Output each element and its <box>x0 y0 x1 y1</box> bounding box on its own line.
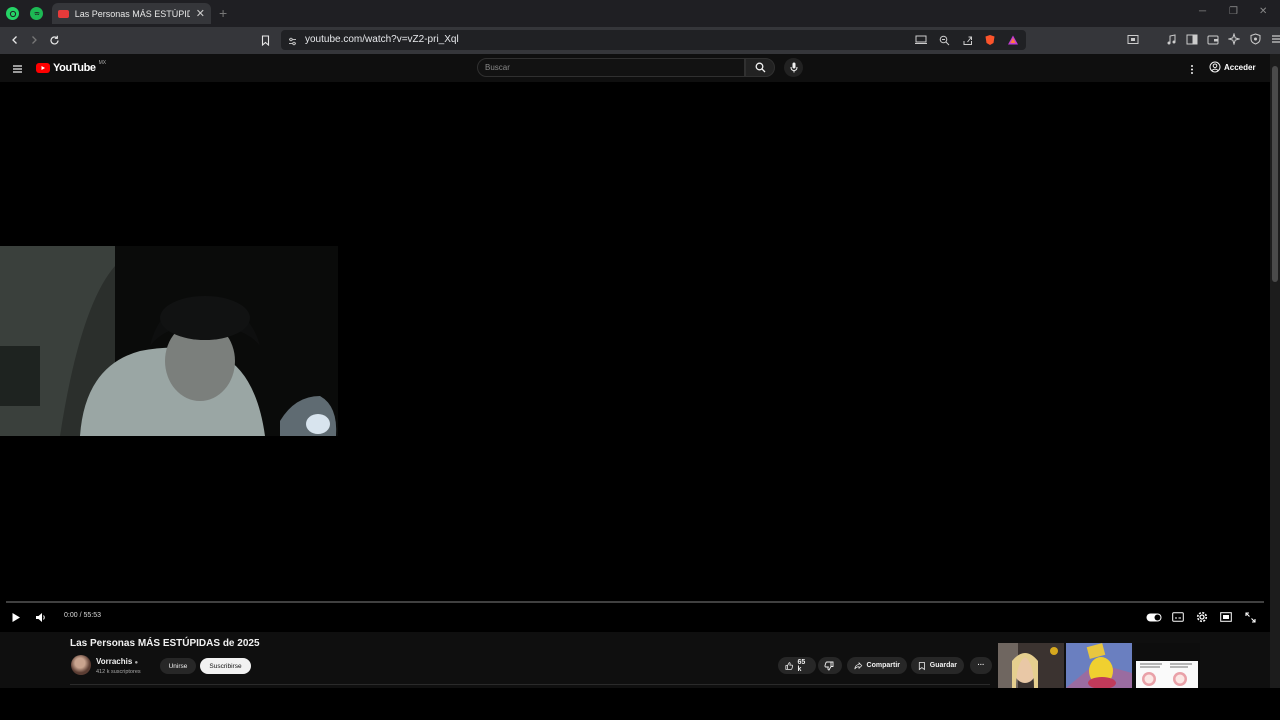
subscribe-button[interactable]: Suscribirse <box>200 658 251 674</box>
dislike-button[interactable] <box>818 657 842 674</box>
time-display: 0:00 / 55:53 <box>64 612 101 619</box>
browser-tab-bar: Las Personas MÁS ESTÚPIDAS de ✕ + ─ ❐ ✕ <box>0 0 1280 27</box>
brave-rewards-icon[interactable] <box>1006 33 1020 47</box>
youtube-favicon-icon <box>58 9 69 18</box>
url-text: youtube.com/watch?v=vZ2-pri_Xql <box>305 34 459 45</box>
zoom-out-icon[interactable] <box>937 33 951 47</box>
share-arrow-icon <box>854 661 863 669</box>
sign-in-button[interactable]: Acceder <box>1209 61 1256 73</box>
back-icon[interactable] <box>7 32 23 48</box>
scrollbar-thumb[interactable] <box>1272 66 1278 282</box>
account-circle-icon <box>1209 61 1221 73</box>
thumbs-down-icon <box>824 661 834 670</box>
tab-close-icon[interactable]: ✕ <box>196 7 205 20</box>
volume-icon[interactable] <box>34 610 48 624</box>
channel-name[interactable]: Vorrachis ● <box>96 657 138 666</box>
screenshot-icon[interactable] <box>1126 32 1140 46</box>
subtitles-icon[interactable] <box>1171 610 1185 624</box>
active-tab[interactable]: Las Personas MÁS ESTÚPIDAS de ✕ <box>52 3 211 24</box>
voice-search-button[interactable] <box>784 58 803 77</box>
country-code: MX <box>98 60 107 66</box>
save-label: Guardar <box>929 662 957 669</box>
forward-icon[interactable] <box>26 32 42 48</box>
play-icon[interactable] <box>9 610 23 624</box>
recommended-thumbnail[interactable] <box>1134 643 1200 688</box>
minimize-icon[interactable]: ─ <box>1199 6 1206 17</box>
bookmark-icon[interactable] <box>257 32 273 48</box>
share-icon[interactable] <box>960 33 974 47</box>
bottom-black-strip <box>0 688 1280 720</box>
search-icon <box>755 62 765 73</box>
search-button[interactable] <box>745 58 775 77</box>
webcam-overlay-image <box>0 246 338 436</box>
brave-shield-icon[interactable] <box>983 33 997 47</box>
verified-icon: ● <box>134 660 139 666</box>
like-button[interactable]: 65 k <box>778 657 816 674</box>
description-divider <box>70 684 990 685</box>
new-tab-button[interactable]: + <box>219 5 227 21</box>
address-bar[interactable]: youtube.com/watch?v=vZ2-pri_Xql <box>281 30 1026 50</box>
youtube-play-logo-icon <box>36 63 50 73</box>
youtube-logo-text: YouTube <box>53 62 96 74</box>
channel-avatar[interactable] <box>71 655 91 675</box>
share-label: Compartir <box>866 662 900 669</box>
share-button[interactable]: Compartir <box>847 657 907 674</box>
more-dots-icon: ··· <box>977 662 985 669</box>
autoplay-toggle-icon[interactable] <box>1145 610 1162 624</box>
tab-title: Las Personas MÁS ESTÚPIDAS de <box>74 8 190 19</box>
subscriber-count: 412 k suscriptores <box>96 669 141 675</box>
recommended-thumbnail[interactable] <box>1066 643 1132 688</box>
join-button[interactable]: Unirse <box>160 658 196 674</box>
channel-name-text: Vorrachis <box>96 657 133 666</box>
youtube-header: YouTube MX Buscar Acceder <box>0 54 1270 82</box>
sign-in-label: Acceder <box>1224 62 1256 72</box>
settings-kebab-icon[interactable] <box>1190 62 1194 80</box>
save-bookmark-icon <box>918 661 925 670</box>
search-placeholder: Buscar <box>485 63 510 72</box>
fullscreen-icon[interactable] <box>1243 610 1257 624</box>
extensions-area <box>1126 32 1280 46</box>
site-info-icon[interactable] <box>287 34 298 52</box>
music-icon[interactable] <box>1164 32 1178 46</box>
hamburger-menu-icon[interactable] <box>12 61 23 79</box>
reload-icon[interactable] <box>46 32 62 48</box>
progress-bar[interactable] <box>6 601 1264 603</box>
youtube-logo[interactable]: YouTube MX <box>36 60 107 74</box>
spotify-icon[interactable] <box>30 7 43 20</box>
search-input[interactable]: Buscar <box>477 58 745 77</box>
whatsapp-icon[interactable] <box>6 7 19 20</box>
wallet-icon[interactable] <box>1206 32 1220 46</box>
video-title: Las Personas MÁS ESTÚPIDAS de 2025 <box>70 638 260 649</box>
page-scrollbar[interactable] <box>1270 54 1280 688</box>
more-actions-button[interactable]: ··· <box>970 657 992 674</box>
video-player[interactable]: 0:00 / 55:53 <box>0 82 1270 632</box>
leo-ai-icon[interactable] <box>1227 32 1241 46</box>
browser-menu-icon[interactable] <box>1269 32 1280 46</box>
miniplayer-icon[interactable] <box>1219 610 1233 624</box>
video-info: Las Personas MÁS ESTÚPIDAS de 2025 Vorra… <box>0 632 1270 688</box>
microphone-icon <box>790 62 797 73</box>
recommended-thumbnail[interactable] <box>998 643 1064 688</box>
restore-icon[interactable]: ❐ <box>1229 6 1238 17</box>
cast-icon[interactable] <box>914 33 928 47</box>
settings-gear-icon[interactable] <box>1195 610 1209 624</box>
sidebar-icon[interactable] <box>1185 32 1199 46</box>
thumbs-up-icon <box>785 661 794 670</box>
window-close-icon[interactable]: ✕ <box>1259 6 1267 17</box>
player-controls: 0:00 / 55:53 <box>0 608 1270 626</box>
vpn-shield-icon[interactable] <box>1248 32 1262 46</box>
save-button[interactable]: Guardar <box>911 657 964 674</box>
like-count: 65 k <box>797 658 806 673</box>
